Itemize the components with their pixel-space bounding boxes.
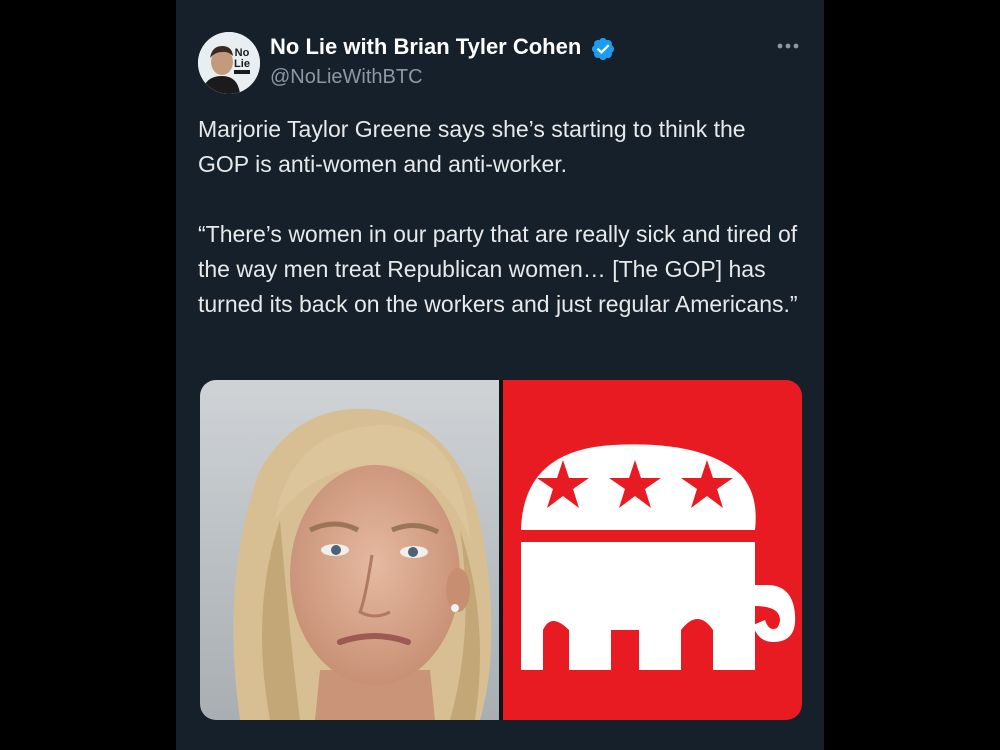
tweet-text: Marjorie Taylor Greene says she’s starti… bbox=[198, 112, 802, 322]
svg-text:Lie: Lie bbox=[234, 58, 250, 70]
more-horizontal-icon bbox=[777, 43, 799, 49]
verified-badge-icon bbox=[591, 37, 615, 61]
author-name[interactable]: No Lie with Brian Tyler Cohen bbox=[270, 34, 581, 60]
more-options-button[interactable] bbox=[772, 36, 804, 56]
tweet-card: No Lie No Lie with Brian Tyler Cohen @No… bbox=[176, 0, 824, 750]
tweet-quote-paragraph: “There’s women in our party that are rea… bbox=[198, 221, 798, 317]
author-handle[interactable]: @NoLieWithBTC bbox=[270, 66, 423, 89]
media-photo-gop-logo[interactable] bbox=[503, 380, 802, 720]
tweet-text-paragraph: Marjorie Taylor Greene says she’s starti… bbox=[198, 116, 746, 177]
media-grid bbox=[200, 380, 802, 720]
media-photo-woman[interactable] bbox=[200, 380, 499, 720]
author-avatar[interactable]: No Lie bbox=[198, 32, 260, 94]
